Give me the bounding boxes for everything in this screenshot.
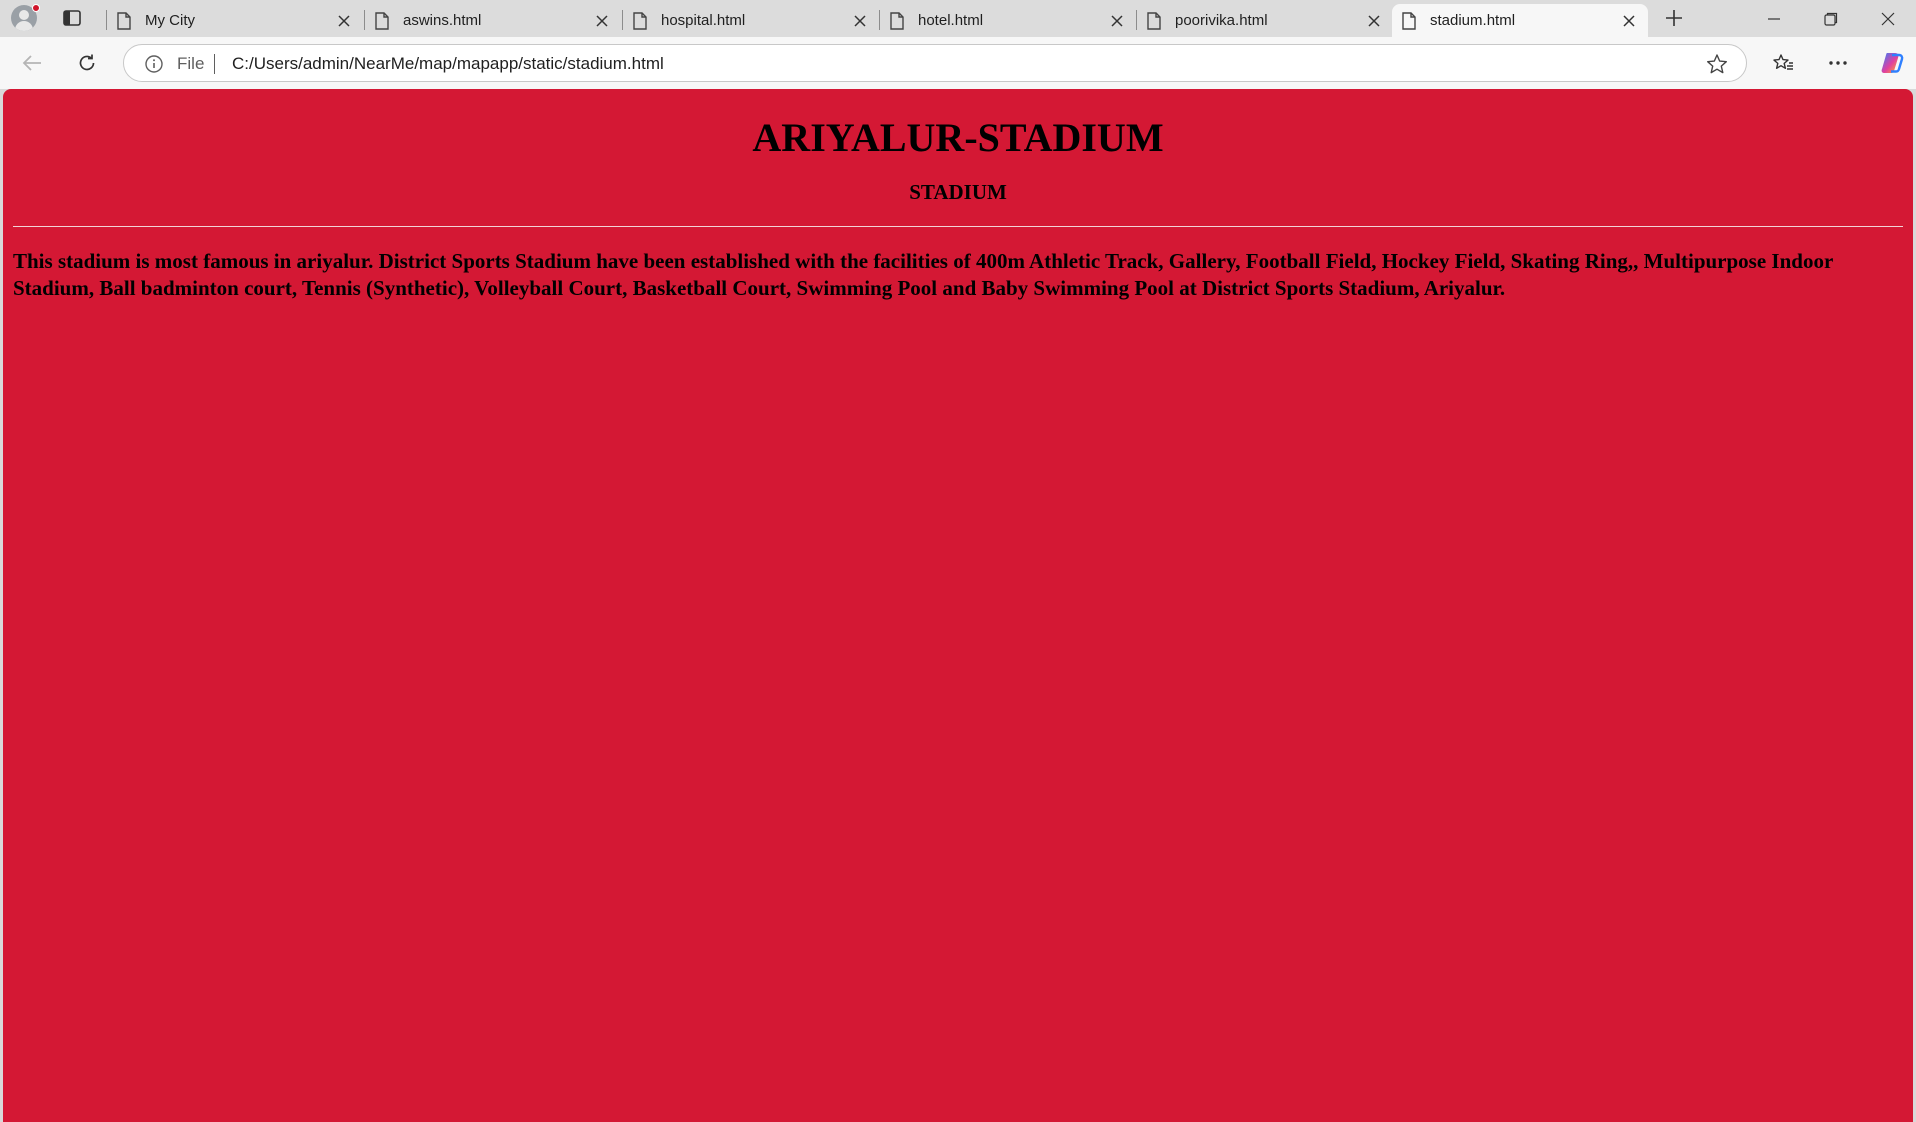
address-divider [214, 54, 215, 74]
tab-title: hotel.html [918, 12, 984, 29]
url-text[interactable]: C:/Users/admin/NearMe/map/mapapp/static/… [232, 54, 664, 74]
restore-icon[interactable] [1803, 0, 1859, 37]
close-window-icon[interactable] [1860, 0, 1916, 37]
tab-actions-icon[interactable] [58, 8, 86, 28]
tab-my-city[interactable]: My City [107, 4, 363, 37]
page-content: ARIYALUR-STADIUM STADIUM This stadium is… [3, 89, 1913, 302]
close-icon[interactable] [849, 10, 871, 32]
page-subtitle: STADIUM [909, 180, 1007, 204]
close-icon[interactable] [591, 10, 613, 32]
close-icon[interactable] [333, 10, 355, 32]
page-icon [375, 11, 389, 30]
tab-title: My City [145, 12, 195, 29]
horizontal-divider [13, 226, 1903, 227]
page-icon [633, 11, 647, 30]
info-icon[interactable] [144, 54, 164, 74]
tab-title: aswins.html [403, 12, 482, 29]
favorite-star-icon[interactable] [1706, 53, 1728, 75]
tab-hospital[interactable]: hospital.html [623, 4, 879, 37]
tab-title: stadium.html [1430, 12, 1516, 29]
page-icon [1147, 11, 1161, 30]
refresh-icon[interactable] [71, 47, 103, 79]
minimize-icon[interactable] [1746, 0, 1802, 37]
tab-aswins[interactable]: aswins.html [365, 4, 621, 37]
page-title: ARIYALUR-STADIUM [752, 115, 1164, 160]
page-icon [890, 11, 904, 30]
stadium-description: This stadium is most famous in ariyalur.… [13, 249, 1833, 300]
close-icon[interactable] [1618, 10, 1640, 32]
new-tab-plus-icon[interactable] [1660, 6, 1688, 30]
back-arrow-icon[interactable] [16, 47, 48, 79]
tab-hotel[interactable]: hotel.html [880, 4, 1136, 37]
close-icon[interactable] [1363, 10, 1385, 32]
page-icon [117, 11, 131, 30]
browser-toolbar: File C:/Users/admin/NearMe/map/mapapp/st… [0, 37, 1916, 89]
copilot-icon[interactable] [1876, 47, 1908, 79]
page-viewport: ARIYALUR-STADIUM STADIUM This stadium is… [3, 89, 1913, 1122]
favorites-icon[interactable] [1767, 47, 1799, 79]
close-icon[interactable] [1106, 10, 1128, 32]
profile-notification-badge [32, 4, 40, 12]
tab-strip: My City aswins.html hospital.html hotel.… [0, 0, 1916, 37]
more-options-icon[interactable] [1822, 47, 1854, 79]
page-icon [1402, 11, 1416, 30]
tab-poorivika[interactable]: poorivika.html [1137, 4, 1393, 37]
tab-title: hospital.html [661, 12, 746, 29]
tab-stadium[interactable]: stadium.html [1392, 4, 1648, 37]
tab-title: poorivika.html [1175, 12, 1268, 29]
scheme-label: File [177, 54, 205, 73]
address-bar[interactable]: File C:/Users/admin/NearMe/map/mapapp/st… [123, 44, 1747, 82]
